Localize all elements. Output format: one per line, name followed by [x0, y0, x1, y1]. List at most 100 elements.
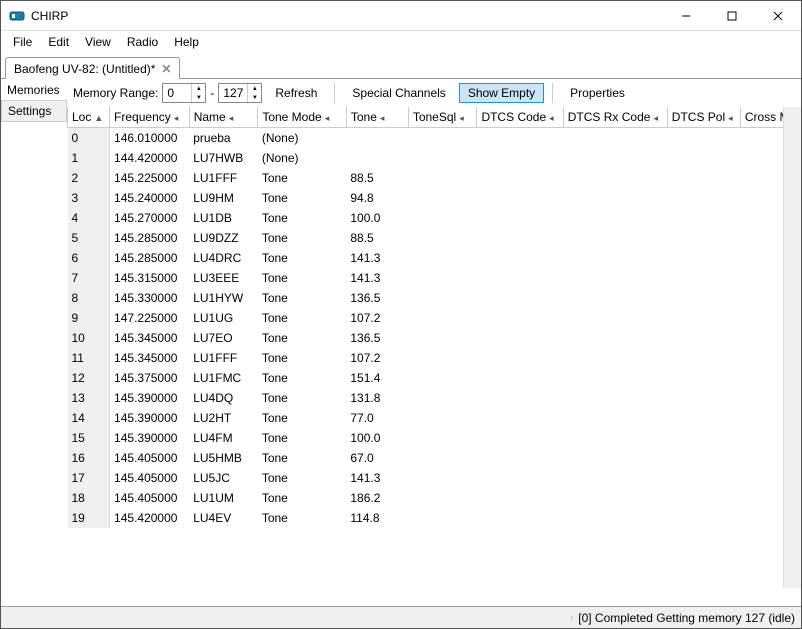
col-name[interactable]: Name◂	[189, 107, 258, 127]
table-row[interactable]: 9147.225000LU1UGTone107.2-	[68, 308, 784, 328]
cell-frequency[interactable]: 145.330000	[110, 288, 190, 308]
cell-tone-mode[interactable]: Tone	[258, 328, 347, 348]
cell-frequency[interactable]: 145.375000	[110, 368, 190, 388]
cell-tone[interactable]: 100.0	[346, 208, 408, 228]
cell-loc[interactable]: 2	[68, 168, 110, 188]
spin-up-icon[interactable]: ▲	[248, 84, 261, 93]
cell-loc[interactable]: 17	[68, 468, 110, 488]
table-row[interactable]: 3145.240000LU9HMTone94.8-	[68, 188, 784, 208]
cell-frequency[interactable]: 147.225000	[110, 308, 190, 328]
cell-dtcs-pol[interactable]	[667, 308, 740, 328]
cell-tone-mode[interactable]: Tone	[258, 468, 347, 488]
cell-loc[interactable]: 1	[68, 148, 110, 168]
cell-tonesql[interactable]	[408, 208, 477, 228]
cell-dtcs-rx-code[interactable]	[563, 348, 667, 368]
cell-name[interactable]: LU7HWB	[189, 148, 258, 168]
cell-cross-mode[interactable]	[740, 348, 783, 368]
cell-cross-mode[interactable]	[740, 508, 783, 528]
cell-cross-mode[interactable]	[740, 488, 783, 508]
maximize-button[interactable]	[709, 1, 755, 31]
cell-dtcs-rx-code[interactable]	[563, 488, 667, 508]
memory-grid[interactable]: Loc▲ Frequency◂ Name◂ Tone Mode◂ Tone◂ T…	[67, 107, 783, 588]
cell-tone-mode[interactable]: Tone	[258, 448, 347, 468]
vertical-scrollbar[interactable]	[783, 107, 801, 588]
settings-button[interactable]: Settings	[1, 100, 67, 122]
cell-dtcs-code[interactable]	[477, 188, 563, 208]
cell-cross-mode[interactable]	[740, 308, 783, 328]
horizontal-scrollbar[interactable]	[67, 588, 801, 606]
cell-cross-mode[interactable]	[740, 288, 783, 308]
cell-tonesql[interactable]	[408, 408, 477, 428]
cell-frequency[interactable]: 145.285000	[110, 248, 190, 268]
range-to-spin[interactable]: ▲▼	[218, 83, 262, 103]
col-dtcs-pol[interactable]: DTCS Pol◂	[667, 107, 740, 127]
cell-loc[interactable]: 10	[68, 328, 110, 348]
cell-tone-mode[interactable]: Tone	[258, 288, 347, 308]
cell-tone-mode[interactable]: Tone	[258, 248, 347, 268]
cell-frequency[interactable]: 145.345000	[110, 348, 190, 368]
cell-tone[interactable]: 136.5	[346, 288, 408, 308]
cell-name[interactable]: LU5HMB	[189, 448, 258, 468]
cell-tone[interactable]: 141.3	[346, 268, 408, 288]
cell-tonesql[interactable]	[408, 448, 477, 468]
cell-cross-mode[interactable]	[740, 228, 783, 248]
cell-frequency[interactable]: 145.390000	[110, 388, 190, 408]
cell-name[interactable]: LU1HYW	[189, 288, 258, 308]
properties-button[interactable]: Properties	[561, 83, 634, 103]
cell-dtcs-rx-code[interactable]	[563, 168, 667, 188]
cell-cross-mode[interactable]	[740, 248, 783, 268]
cell-name[interactable]: LU1FFF	[189, 168, 258, 188]
cell-tone[interactable]: 88.5	[346, 168, 408, 188]
cell-loc[interactable]: 16	[68, 448, 110, 468]
cell-dtcs-code[interactable]	[477, 127, 563, 148]
cell-frequency[interactable]: 145.345000	[110, 328, 190, 348]
cell-tonesql[interactable]	[408, 288, 477, 308]
cell-frequency[interactable]: 144.420000	[110, 148, 190, 168]
cell-dtcs-code[interactable]	[477, 368, 563, 388]
cell-tonesql[interactable]	[408, 468, 477, 488]
table-row[interactable]: 16145.405000LU5HMBTone67.0-	[68, 448, 784, 468]
cell-dtcs-pol[interactable]	[667, 288, 740, 308]
cell-frequency[interactable]: 145.405000	[110, 448, 190, 468]
menu-file[interactable]: File	[5, 33, 40, 51]
table-row[interactable]: 2145.225000LU1FFFTone88.5-	[68, 168, 784, 188]
cell-loc[interactable]: 3	[68, 188, 110, 208]
cell-dtcs-pol[interactable]	[667, 127, 740, 148]
table-row[interactable]: 4145.270000LU1DBTone100.0-	[68, 208, 784, 228]
range-from-input[interactable]	[163, 84, 191, 102]
cell-dtcs-pol[interactable]	[667, 428, 740, 448]
cell-dtcs-pol[interactable]	[667, 388, 740, 408]
table-row[interactable]: 0146.010000prueba(None)off	[68, 127, 784, 148]
table-row[interactable]: 12145.375000LU1FMCTone151.4-	[68, 368, 784, 388]
table-row[interactable]: 1144.420000LU7HWB(None)off	[68, 148, 784, 168]
cell-tone-mode[interactable]: Tone	[258, 368, 347, 388]
cell-dtcs-rx-code[interactable]	[563, 188, 667, 208]
cell-cross-mode[interactable]	[740, 168, 783, 188]
cell-dtcs-code[interactable]	[477, 408, 563, 428]
cell-cross-mode[interactable]	[740, 408, 783, 428]
cell-tonesql[interactable]	[408, 127, 477, 148]
cell-frequency[interactable]: 145.405000	[110, 468, 190, 488]
cell-loc[interactable]: 0	[68, 127, 110, 148]
cell-dtcs-code[interactable]	[477, 148, 563, 168]
cell-name[interactable]: LU4FM	[189, 428, 258, 448]
cell-cross-mode[interactable]	[740, 448, 783, 468]
cell-dtcs-code[interactable]	[477, 428, 563, 448]
cell-dtcs-pol[interactable]	[667, 188, 740, 208]
cell-dtcs-rx-code[interactable]	[563, 468, 667, 488]
table-row[interactable]: 8145.330000LU1HYWTone136.5-	[68, 288, 784, 308]
cell-loc[interactable]: 8	[68, 288, 110, 308]
cell-cross-mode[interactable]	[740, 148, 783, 168]
cell-name[interactable]: LU1FMC	[189, 368, 258, 388]
document-tab[interactable]: Baofeng UV-82: (Untitled)* ✕	[5, 57, 180, 79]
cell-loc[interactable]: 15	[68, 428, 110, 448]
minimize-button[interactable]	[663, 1, 709, 31]
menu-view[interactable]: View	[77, 33, 119, 51]
cell-tone[interactable]	[346, 148, 408, 168]
cell-tone-mode[interactable]: Tone	[258, 188, 347, 208]
cell-cross-mode[interactable]	[740, 468, 783, 488]
cell-loc[interactable]: 6	[68, 248, 110, 268]
cell-dtcs-pol[interactable]	[667, 448, 740, 468]
cell-cross-mode[interactable]	[740, 328, 783, 348]
menu-radio[interactable]: Radio	[119, 33, 166, 51]
